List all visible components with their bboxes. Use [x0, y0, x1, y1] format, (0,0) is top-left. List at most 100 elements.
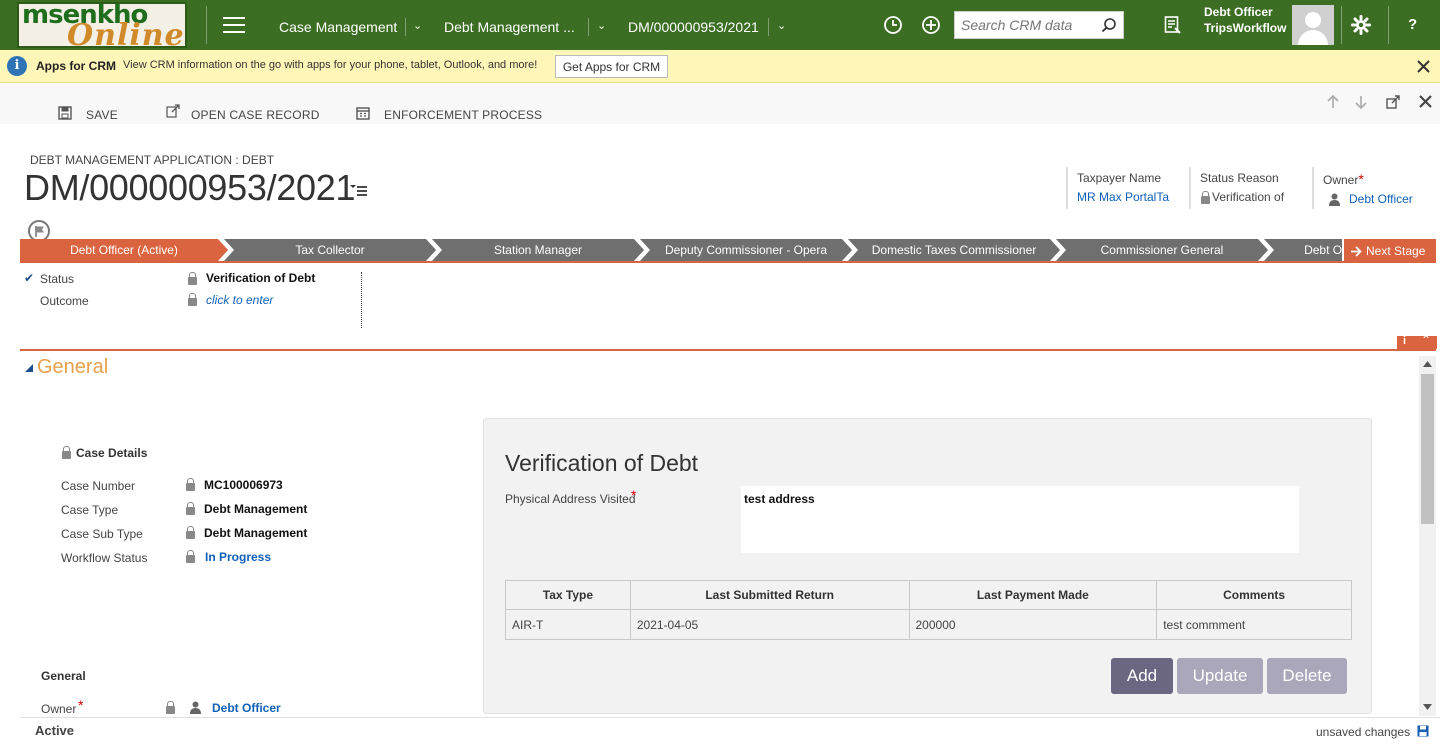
save-icon[interactable]	[1417, 725, 1429, 737]
status-value: Verification of Debt	[206, 271, 316, 285]
column-header-tax-type: Tax Type	[505, 580, 631, 610]
stage-label: Debt Office	[1304, 243, 1342, 257]
lock-icon	[186, 502, 195, 517]
add-button[interactable]: Add	[1111, 658, 1173, 694]
case-number-label: Case Number	[61, 479, 136, 493]
taxpayer-link[interactable]: MR Max PortalTa	[1077, 190, 1183, 204]
info-icon[interactable]: i	[1403, 335, 1406, 347]
hamburger-menu-icon[interactable]	[223, 17, 245, 38]
enforcement-process-button[interactable]: ENFORCEMENT PROCESS	[384, 108, 542, 122]
arrow-down-icon[interactable]	[1355, 95, 1367, 109]
help-icon[interactable]: ?	[1408, 16, 1417, 33]
status-bar: Active unsaved changes	[20, 717, 1440, 745]
taxpayer-label: Taxpayer Name	[1077, 171, 1162, 185]
nav-divider	[206, 6, 207, 44]
status-reason-value: Verification of	[1200, 190, 1300, 204]
address-label: Physical Address Visited	[505, 492, 636, 506]
next-stage-button[interactable]: Next Stage	[1344, 239, 1436, 263]
column-header-comments: Comments	[1156, 580, 1352, 610]
table-cell: AIR-T	[505, 609, 631, 640]
table-cell: 200000	[908, 609, 1158, 640]
top-navigation-bar: msenkho Online Case Management ⌄ Debt Ma…	[0, 0, 1440, 50]
panel-title: Verification of Debt	[505, 450, 699, 476]
vertical-scrollbar[interactable]	[1419, 356, 1436, 716]
search-box[interactable]	[954, 11, 1124, 39]
nav-divider	[768, 18, 769, 36]
nav-divider	[1341, 6, 1342, 44]
open-case-record-button[interactable]: OPEN CASE RECORD	[191, 108, 320, 122]
owner-label: Owner*	[1323, 171, 1432, 187]
chevron-down-icon[interactable]: ⌄	[777, 19, 786, 32]
stage-deputy-commissioner[interactable]: Deputy Commissioner - Opera	[640, 239, 852, 261]
required-marker: *	[1358, 171, 1364, 187]
close-icon[interactable]	[1417, 60, 1430, 73]
search-icon[interactable]	[1101, 17, 1117, 33]
column-header-last-payment-made: Last Payment Made	[908, 580, 1158, 610]
calendar-icon[interactable]	[356, 106, 370, 120]
required-marker: *	[631, 487, 637, 503]
arrow-up-icon[interactable]	[1327, 95, 1339, 109]
section-toggle-bar: i ⌃	[1397, 333, 1437, 349]
lock-icon	[186, 526, 195, 541]
save-icon[interactable]	[58, 106, 72, 120]
address-input[interactable]: test address	[740, 485, 1300, 554]
outcome-label: Outcome	[40, 294, 89, 308]
pop-out-icon[interactable]	[1386, 95, 1400, 109]
status-reason-text: Verification of	[1212, 190, 1285, 204]
debt-table: Tax Type Last Submitted Return Last Paym…	[505, 580, 1352, 640]
table-row[interactable]: AIR-T 2021-04-05 200000 test commment	[505, 609, 1352, 640]
msenkho-online-logo[interactable]: msenkho Online	[17, 2, 187, 48]
owner-field-label: Owner	[41, 702, 77, 716]
stage-tax-collector[interactable]: Tax Collector	[224, 239, 436, 261]
process-bar: Debt Officer (Active) Tax Collector Stat…	[20, 239, 1342, 261]
nav-item-record[interactable]: DM/000000953/2021	[628, 19, 759, 35]
scroll-up-icon[interactable]	[1423, 361, 1432, 367]
stage-debt-officer[interactable]: Debt Officer (Active)	[20, 239, 228, 261]
lock-icon	[186, 550, 195, 565]
collapse-triangle-icon[interactable]	[25, 364, 33, 372]
nav-divider	[405, 18, 406, 36]
entity-label: DEBT MANAGEMENT APPLICATION : DEBT	[30, 153, 275, 167]
command-bar: SAVE OPEN CASE RECORD ENFORCEMENT PROCES…	[0, 84, 1440, 124]
owner-value: Debt Officer	[1323, 192, 1432, 206]
nav-item-case-management[interactable]: Case Management	[279, 19, 397, 35]
get-apps-button[interactable]: Get Apps for CRM	[555, 55, 668, 78]
case-sub-type-label: Case Sub Type	[61, 527, 143, 541]
stage-domestic-taxes-commissioner[interactable]: Domestic Taxes Commissioner	[848, 239, 1060, 261]
close-form-icon[interactable]	[1419, 95, 1432, 108]
history-icon[interactable]	[883, 15, 903, 35]
stage-station-manager[interactable]: Station Manager	[432, 239, 644, 261]
new-record-icon[interactable]	[921, 15, 941, 35]
collapse-icon[interactable]: ⌃	[1421, 333, 1431, 347]
search-input[interactable]	[961, 17, 1101, 33]
logo-text-line2: Online	[67, 18, 185, 48]
update-button[interactable]: Update	[1177, 658, 1263, 694]
nav-item-debt-management[interactable]: Debt Management ...	[444, 19, 575, 35]
scroll-down-icon[interactable]	[1423, 704, 1432, 710]
delete-button[interactable]: Delete	[1267, 658, 1347, 694]
required-marker: *	[78, 697, 84, 713]
address-value[interactable]: test address	[744, 492, 815, 506]
user-avatar[interactable]	[1292, 5, 1334, 45]
owner-link[interactable]: Debt Officer	[1349, 192, 1413, 206]
stage-debt-officer-final[interactable]: Debt Office	[1264, 239, 1342, 261]
header-field-owner: Owner* Debt Officer	[1312, 167, 1432, 209]
case-number-value: MC100006973	[204, 478, 283, 492]
save-button[interactable]: SAVE	[86, 108, 118, 122]
owner-field-link[interactable]: Debt Officer	[212, 701, 281, 715]
stage-commissioner-general[interactable]: Commissioner General	[1056, 239, 1268, 261]
advanced-find-icon[interactable]	[1164, 15, 1182, 35]
open-record-icon[interactable]	[166, 104, 180, 118]
header-field-status-reason: Status Reason Verification of	[1189, 167, 1309, 209]
chevron-down-icon[interactable]: ⌄	[413, 19, 422, 32]
scrollbar-thumb[interactable]	[1421, 374, 1434, 524]
checkmark-icon: ✔	[24, 271, 35, 285]
form-selector-icon[interactable]	[350, 183, 368, 197]
page-title: DM/000000953/2021	[24, 167, 356, 208]
chevron-down-icon[interactable]: ⌄	[597, 19, 606, 32]
settings-icon[interactable]	[1351, 15, 1371, 35]
section-title-general[interactable]: General	[37, 356, 108, 379]
outcome-input[interactable]: click to enter	[206, 293, 273, 307]
process-underline	[20, 261, 1436, 263]
case-type-value: Debt Management	[204, 502, 308, 516]
